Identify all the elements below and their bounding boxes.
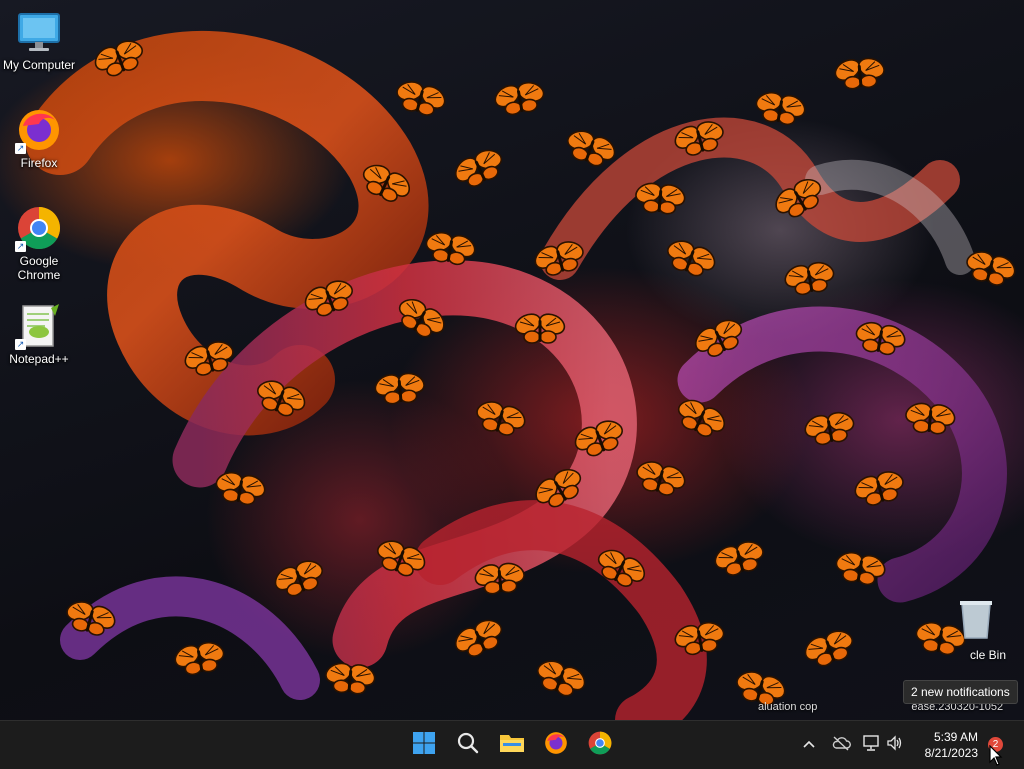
monitor-icon	[15, 8, 63, 56]
notepadpp-icon: ↗	[15, 302, 63, 350]
desktop[interactable]: My Computer ↗ Firefox ↗ Google Chrome ↗ …	[0, 0, 1024, 720]
shortcut-arrow-icon: ↗	[15, 143, 26, 154]
folder-icon	[499, 731, 525, 760]
recycle-bin-icon	[958, 598, 994, 640]
desktop-icon-notepadpp[interactable]: ↗ Notepad++	[0, 302, 78, 366]
windows-start-icon	[412, 731, 436, 760]
wallpaper-butterflies	[25, 31, 1023, 720]
desktop-icon-label: My Computer	[2, 58, 76, 72]
desktop-icon-recycle-bin[interactable]: cle Bin	[948, 598, 1008, 662]
shortcut-arrow-icon: ↗	[15, 339, 26, 350]
desktop-icon-label: Notepad++	[9, 352, 69, 366]
shortcut-arrow-icon: ↗	[15, 241, 26, 252]
desktop-icon-my-computer[interactable]: My Computer	[0, 8, 78, 72]
cloud-offline-icon	[831, 735, 851, 754]
watermark-left: aluation cop	[758, 701, 818, 713]
mouse-cursor-icon	[989, 745, 1003, 766]
desktop-icon-label: cle Bin	[970, 648, 1007, 662]
onedrive-tray-button[interactable]	[830, 733, 852, 755]
taskbar: 5:39 AM 8/21/2023	[0, 720, 1024, 769]
desktop-icon-label: Firefox	[20, 156, 58, 170]
show-hidden-icons-button[interactable]	[798, 733, 820, 755]
chrome-icon	[587, 730, 613, 761]
start-button[interactable]	[406, 727, 442, 763]
network-tray-button[interactable]	[860, 733, 882, 755]
firefox-taskbar-button[interactable]	[538, 727, 574, 763]
chrome-icon: ↗	[15, 204, 63, 252]
firefox-icon	[543, 730, 569, 761]
desktop-icon-google-chrome[interactable]: ↗ Google Chrome	[0, 204, 78, 282]
network-icon	[861, 734, 881, 755]
search-icon	[456, 731, 480, 760]
desktop-icon-label: Google Chrome	[17, 254, 61, 282]
clock-date: 8/21/2023	[924, 746, 978, 760]
chevron-up-icon	[802, 737, 816, 752]
desktop-icon-firefox[interactable]: ↗ Firefox	[0, 106, 78, 170]
chrome-taskbar-button[interactable]	[582, 727, 618, 763]
clock[interactable]: 5:39 AM 8/21/2023	[898, 729, 978, 761]
notifications-tooltip: 2 new notifications	[903, 680, 1018, 704]
file-explorer-button[interactable]	[494, 727, 530, 763]
clock-time: 5:39 AM	[933, 730, 978, 744]
search-button[interactable]	[450, 727, 486, 763]
firefox-icon: ↗	[15, 106, 63, 154]
